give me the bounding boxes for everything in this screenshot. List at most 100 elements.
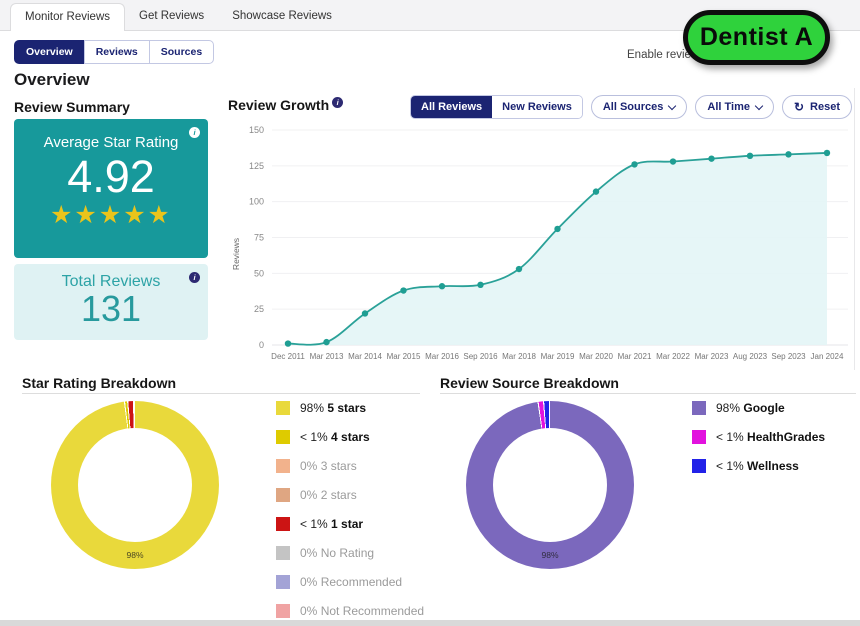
total-reviews-card: i Total Reviews 131 [14,264,208,340]
average-rating-title: Average Star Rating [14,134,208,151]
star-rating-icons: ★★★★★ [14,203,208,228]
data-point [631,161,637,167]
data-point [670,158,676,164]
data-point [285,340,291,346]
page-title: Overview [14,70,90,90]
svg-text:0: 0 [259,340,264,350]
legend-swatch [276,459,290,473]
data-point [824,150,830,156]
reset-button[interactable]: ↻ Reset [782,95,852,119]
legend-swatch [276,604,290,618]
svg-text:Jan 2024: Jan 2024 [811,352,844,361]
review-summary-heading: Review Summary [14,99,130,115]
svg-text:75: 75 [254,233,264,243]
legend-label: < 1% HealthGrades [716,430,825,444]
legend-label: 0% Recommended [300,575,402,589]
legend-item[interactable]: < 1% 4 stars [276,430,424,444]
data-point [593,188,599,194]
chevron-down-icon [755,101,763,109]
legend-item[interactable]: 0% Recommended [276,575,424,589]
star-rating-donut-chart[interactable]: 98% [51,401,219,569]
dentist-a-badge: Dentist A [683,10,830,65]
legend-swatch [276,546,290,560]
info-icon[interactable]: i [189,127,200,138]
review-growth-heading-text: Review Growth [228,97,329,113]
average-rating-value: 4.92 [14,151,208,203]
legend-item[interactable]: < 1% 1 star [276,517,424,531]
all-time-dropdown[interactable]: All Time [695,95,774,119]
tab-showcase-reviews[interactable]: Showcase Reviews [218,3,346,30]
legend-swatch [276,488,290,502]
svg-text:50: 50 [254,268,264,278]
data-point [785,151,791,157]
data-point [554,226,560,232]
legend-swatch [276,401,290,415]
donut-percent-label: 98% [466,550,634,560]
subtab-group: Overview Reviews Sources [14,40,214,64]
data-point [439,283,445,289]
window-bottom-edge [0,620,860,626]
legend-item[interactable]: < 1% Wellness [692,459,825,473]
all-sources-dropdown[interactable]: All Sources [591,95,688,119]
subtab-reviews[interactable]: Reviews [84,40,150,64]
x-axis: Dec 2011Mar 2013Mar 2014Mar 2015Mar 2016… [271,352,844,361]
svg-text:Mar 2014: Mar 2014 [348,352,382,361]
review-source-legend: 98% Google < 1% HealthGrades < 1% Wellne… [692,401,825,473]
legend-swatch [692,459,706,473]
svg-text:Mar 2013: Mar 2013 [310,352,344,361]
legend-label: 98% 5 stars [300,401,366,415]
panel-right-edge [854,88,855,370]
legend-label: < 1% Wellness [716,459,799,473]
legend-item[interactable]: 98% Google [692,401,825,415]
legend-swatch [692,430,706,444]
data-point [747,153,753,159]
review-source-donut-chart[interactable]: 98% [466,401,634,569]
svg-text:125: 125 [249,161,264,171]
star-rating-legend: 98% 5 stars < 1% 4 stars 0% 3 stars 0% 2… [276,401,424,618]
legend-item[interactable]: 0% Not Recommended [276,604,424,618]
data-point [362,310,368,316]
review-growth-chart[interactable]: 0255075100125150ReviewsDec 2011Mar 2013M… [230,122,855,372]
tab-monitor-reviews[interactable]: Monitor Reviews [10,3,125,31]
legend-label: 0% Not Recommended [300,604,424,618]
refresh-icon: ↻ [794,101,804,113]
badge-label: Dentist A [700,23,813,52]
legend-label: 0% 3 stars [300,459,357,473]
legend-swatch [692,401,706,415]
reviews-toggle-group: All Reviews New Reviews [410,95,583,119]
legend-item[interactable]: 0% 3 stars [276,459,424,473]
subtab-sources[interactable]: Sources [149,40,214,64]
svg-text:25: 25 [254,304,264,314]
tab-get-reviews[interactable]: Get Reviews [125,3,218,30]
info-icon[interactable]: i [332,97,343,108]
legend-item[interactable]: 0% 2 stars [276,488,424,502]
legend-item[interactable]: < 1% HealthGrades [692,430,825,444]
legend-label: < 1% 4 stars [300,430,370,444]
svg-text:Mar 2022: Mar 2022 [656,352,690,361]
legend-item[interactable]: 0% No Rating [276,546,424,560]
legend-item[interactable]: 98% 5 stars [276,401,424,415]
star-icon: ★★★★ [50,201,148,229]
subtab-overview[interactable]: Overview [14,40,85,64]
all-time-label: All Time [707,101,750,113]
svg-text:Aug 2023: Aug 2023 [733,352,768,361]
legend-label: 0% No Rating [300,546,374,560]
svg-text:Mar 2021: Mar 2021 [618,352,652,361]
svg-text:Mar 2015: Mar 2015 [387,352,421,361]
donut-percent-label: 98% [51,550,219,560]
star-breakdown-heading: Star Rating Breakdown [22,375,176,391]
info-icon[interactable]: i [189,272,200,283]
review-growth-heading: Review Growthi [228,97,340,113]
total-reviews-value: 131 [14,291,208,327]
partial-star-icon: ★ [148,201,172,229]
data-point [708,155,714,161]
svg-text:Sep 2023: Sep 2023 [771,352,806,361]
divider [22,393,420,394]
source-breakdown-heading: Review Source Breakdown [440,375,619,391]
svg-text:Mar 2018: Mar 2018 [502,352,536,361]
data-point [323,339,329,345]
donut-hole [493,428,607,542]
new-reviews-button[interactable]: New Reviews [492,96,582,118]
all-reviews-button[interactable]: All Reviews [411,96,492,118]
svg-text:Sep 2016: Sep 2016 [463,352,498,361]
